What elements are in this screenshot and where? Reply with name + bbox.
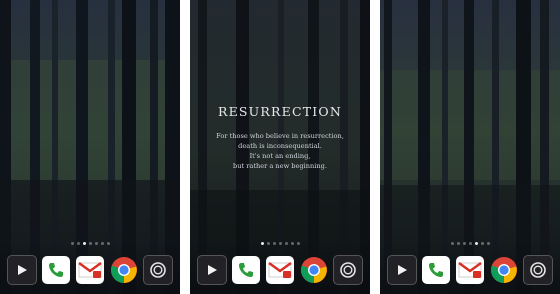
app-dock xyxy=(190,254,370,286)
play-store-icon[interactable] xyxy=(196,255,227,285)
page-dot xyxy=(88,241,92,245)
page-indicator xyxy=(190,239,370,247)
quote-block: RESURRECTION For those who believe in re… xyxy=(200,104,360,171)
page-dot xyxy=(480,241,484,245)
page-dot-active xyxy=(474,241,478,245)
camera-icon[interactable] xyxy=(143,255,174,285)
camera-icon[interactable] xyxy=(333,255,364,285)
page-dot xyxy=(272,241,276,245)
gmail-icon[interactable] xyxy=(265,256,294,284)
phone-icon[interactable] xyxy=(232,256,261,284)
home-screen-left xyxy=(0,0,180,294)
home-screen-right xyxy=(380,0,560,294)
chrome-icon[interactable] xyxy=(490,256,518,284)
quote-line: For those who believe in resurrection, xyxy=(216,132,344,140)
page-dot xyxy=(456,241,460,245)
page-dot-active xyxy=(260,241,264,245)
phone-icon[interactable] xyxy=(42,256,71,284)
page-dot xyxy=(486,241,490,245)
play-store-icon[interactable] xyxy=(386,255,417,285)
chrome-icon[interactable] xyxy=(300,256,328,284)
page-indicator xyxy=(380,239,560,247)
page-dot xyxy=(278,241,282,245)
app-dock xyxy=(0,254,180,286)
camera-icon[interactable] xyxy=(523,255,554,285)
quote-title: RESURRECTION xyxy=(217,104,342,119)
gmail-icon[interactable] xyxy=(455,256,484,284)
chrome-icon[interactable] xyxy=(110,256,138,284)
page-dot xyxy=(290,241,294,245)
quote-line: but rather a new beginning. xyxy=(233,162,327,170)
page-dot xyxy=(76,241,80,245)
phone-icon[interactable] xyxy=(422,256,451,284)
play-store-icon[interactable] xyxy=(6,255,37,285)
gmail-icon[interactable] xyxy=(75,256,104,284)
page-dot xyxy=(94,241,98,245)
page-dot xyxy=(70,241,74,245)
home-screen-middle: RESURRECTION For those who believe in re… xyxy=(190,0,370,294)
page-indicator xyxy=(0,239,180,247)
page-dot xyxy=(468,241,472,245)
page-dot-active xyxy=(82,241,86,245)
page-dot xyxy=(100,241,104,245)
page-dot xyxy=(266,241,270,245)
page-dot xyxy=(462,241,466,245)
app-dock xyxy=(380,254,560,286)
quote-line: It's not an ending, xyxy=(249,152,311,160)
page-dot xyxy=(450,241,454,245)
quote-line: death is inconsequential. xyxy=(238,142,322,150)
page-dot xyxy=(106,241,110,245)
page-dot xyxy=(296,241,300,245)
page-dot xyxy=(284,241,288,245)
